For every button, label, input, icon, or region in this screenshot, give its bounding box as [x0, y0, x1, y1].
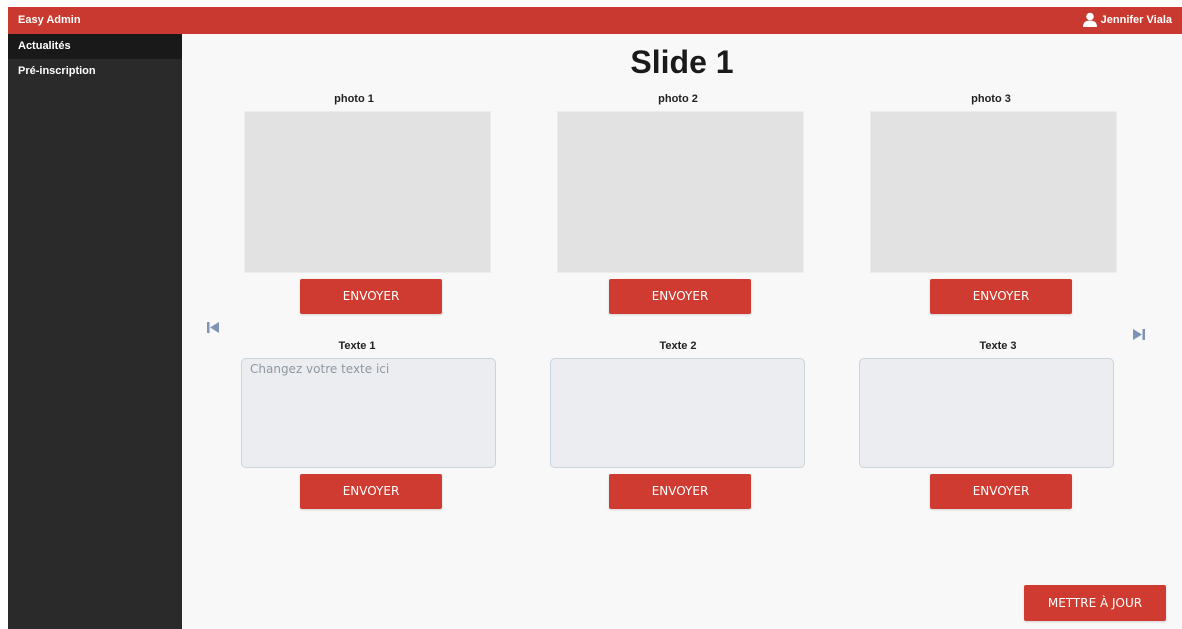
top-bar: Easy Admin Jennifer Viala: [8, 7, 1182, 34]
texte-1-send-button[interactable]: ENVOYER: [300, 474, 442, 509]
photo-2-placeholder[interactable]: [557, 111, 804, 273]
sidebar-item-pre-inscription[interactable]: Pré-inscription: [8, 59, 182, 84]
photo-1-placeholder[interactable]: [244, 111, 491, 273]
texte-3-input[interactable]: [859, 358, 1114, 468]
sidebar: Actualités Pré-inscription: [8, 34, 182, 629]
app-brand[interactable]: Easy Admin: [18, 14, 81, 26]
photo-3-label: photo 3: [971, 93, 1011, 105]
texte-2-label: Texte 2: [659, 340, 697, 352]
photo-2-upload-button[interactable]: ENVOYER: [609, 279, 751, 314]
texte-3-label: Texte 3: [979, 340, 1017, 352]
photo-3-upload-button[interactable]: ENVOYER: [930, 279, 1072, 314]
texte-3-send-button[interactable]: ENVOYER: [930, 474, 1072, 509]
user-menu[interactable]: Jennifer Viala: [1082, 12, 1172, 27]
photo-1-label: photo 1: [334, 93, 374, 105]
update-button[interactable]: METTRE À JOUR: [1024, 585, 1166, 621]
texte-1-label: Texte 1: [338, 340, 376, 352]
user-name: Jennifer Viala: [1100, 13, 1172, 26]
texte-2-send-button[interactable]: ENVOYER: [609, 474, 751, 509]
page-title: Slide 1: [630, 44, 734, 80]
photo-3-placeholder[interactable]: [870, 111, 1117, 273]
main-content: Slide 1 photo 1 photo 2 photo 3 ENVOYER …: [182, 34, 1182, 629]
sidebar-item-actualites[interactable]: Actualités: [8, 34, 182, 59]
user-icon: [1082, 12, 1098, 27]
texte-2-input[interactable]: [550, 358, 805, 468]
skip-previous-icon[interactable]: [207, 321, 219, 336]
texte-1-input[interactable]: [241, 358, 496, 468]
app-frame: Easy Admin Jennifer Viala Actualités Pré…: [8, 7, 1182, 629]
photo-2-label: photo 2: [658, 93, 698, 105]
photo-1-upload-button[interactable]: ENVOYER: [300, 279, 442, 314]
skip-next-icon[interactable]: [1133, 328, 1145, 343]
